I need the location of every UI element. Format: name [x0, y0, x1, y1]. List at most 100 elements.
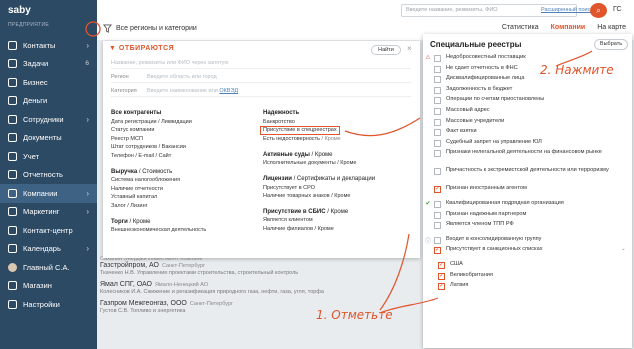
sidebar-item-13[interactable]: Магазин	[0, 277, 97, 296]
sidebar-item-9[interactable]: Маркетинг ›	[0, 203, 97, 222]
registry-item[interactable]: Признаки нелегальной деятельности на фин…	[423, 149, 632, 167]
filter-option[interactable]: Уставный капитал	[111, 193, 256, 202]
filter-option[interactable]: Присутствует в СРО	[263, 184, 413, 193]
sidebar-item-8[interactable]: Компании ›	[0, 184, 97, 203]
filter-option[interactable]: Реестр МСП	[111, 135, 256, 144]
checkbox[interactable]: ✓	[438, 272, 445, 280]
registry-item[interactable]: ✓ Присутствует в санкционных списках ⌄	[423, 246, 632, 256]
checkbox[interactable]: ✓	[434, 247, 441, 255]
checkbox[interactable]	[434, 76, 441, 84]
sidebar-item-14[interactable]: Настройки	[0, 295, 97, 314]
filter-option[interactable]: Является клиентом	[263, 216, 413, 225]
sidebar-item-3[interactable]: Деньги	[0, 92, 97, 111]
filter-option[interactable]: Система налогообложения	[111, 176, 256, 185]
company-name: Газпром Межгеонгаз, ООО	[100, 300, 187, 307]
checkbox[interactable]	[434, 86, 441, 94]
checkbox[interactable]: ✓	[434, 186, 441, 194]
sidebar-item-7[interactable]: Отчетность	[0, 166, 97, 185]
sanction-country-item[interactable]: ✓ США	[423, 261, 632, 271]
checkbox[interactable]	[434, 222, 441, 230]
region-filter[interactable]: Все регионы и категории	[103, 24, 197, 33]
registry-panel: Специальные реестры Выбрать ⚠ Недобросове…	[423, 34, 632, 348]
filter-option[interactable]: Банкротство	[263, 118, 413, 127]
checkbox[interactable]	[434, 201, 441, 208]
annotation-step2: 2. Нажмите	[540, 63, 614, 77]
registry-item[interactable]: Операции по счетам приостановлены	[423, 96, 632, 106]
list-item[interactable]: Ямал СПГ, ОАО Ямало-Ненецкий АО Колесников…	[100, 281, 420, 295]
registry-item[interactable]: Признан надежным партнером	[423, 211, 632, 221]
filter-option[interactable]: Есть недостоверность / Кроме	[263, 135, 413, 144]
filter-option[interactable]: Дата регистрации / Ликвидации	[111, 118, 256, 127]
filter-option[interactable]: Присутствие в спецреестрах	[260, 126, 413, 136]
okved-link[interactable]: ОКВЭД	[219, 88, 238, 94]
sidebar-item-label: Бизнес	[23, 77, 48, 87]
registry-item[interactable]: ⓘ Входит в консолидированную группу	[423, 236, 632, 246]
sidebar-item-4[interactable]: Сотрудники ›	[0, 110, 97, 129]
filter-option[interactable]: Наличие отчетности	[111, 185, 256, 194]
sidebar-item-2[interactable]: Бизнес	[0, 73, 97, 92]
region-field[interactable]: Регион Введите область или город	[111, 74, 411, 83]
checkbox[interactable]	[434, 55, 441, 62]
checkbox[interactable]	[434, 97, 441, 105]
filter-option[interactable]: Штат сотрудников / Вакансии	[111, 143, 256, 152]
filter-option[interactable]: Телефон / E-mail / Сайт	[111, 152, 256, 161]
filter-panel: ▼ ОТБИРАЮТСЯ Найти × Название, реквизиты…	[103, 41, 420, 258]
org-label: ПРЕДПРИЯТИЕ	[8, 22, 50, 28]
filter-option[interactable]: Наличие филиалов / Кроме	[263, 225, 413, 234]
list-item[interactable]: Газстройпром, АО Санкт-Петербург Ткаченко …	[100, 262, 420, 276]
registry-item[interactable]: ✓ Признан иностранным агентом	[423, 185, 632, 195]
registry-item[interactable]: Судебный запрет на управление ЮЛ	[423, 139, 632, 149]
search-button[interactable]: ⌕	[590, 3, 607, 18]
contacts-icon	[8, 40, 17, 50]
registry-item[interactable]: Задолженность в бюджет	[423, 86, 632, 96]
region-filter-label: Все регионы и категории	[116, 25, 197, 32]
filter-option[interactable]: Наличие товарных знаков / Кроме	[263, 192, 413, 201]
filter-option[interactable]: Статус компании	[111, 126, 256, 135]
checkbox[interactable]	[434, 139, 441, 147]
sidebar-item-11[interactable]: Календарь ›	[0, 240, 97, 259]
checkbox[interactable]	[434, 150, 441, 158]
sidebar-item-label: Главный С.А.	[23, 262, 70, 272]
registry-item-label: Недобросовестный поставщик	[446, 54, 526, 60]
registry-item[interactable]: ✔ Квалифицированная подрядная организация	[423, 200, 632, 210]
checkbox[interactable]	[434, 108, 441, 115]
checkbox[interactable]	[434, 236, 441, 244]
chevron-right-icon: ›	[86, 244, 89, 254]
sanction-country-item[interactable]: ✓ Великобритания	[423, 272, 632, 282]
sidebar-item-10[interactable]: Контакт-центр	[0, 221, 97, 240]
checkbox[interactable]	[434, 168, 441, 176]
registry-item-label: Квалифицированная подрядная организация	[446, 200, 564, 206]
sidebar-item-1[interactable]: Задачи 6	[0, 55, 97, 74]
select-button[interactable]: Выбрать	[594, 39, 628, 50]
close-icon[interactable]: ×	[407, 44, 412, 53]
registry-item[interactable]: Массовый адрес	[423, 107, 632, 117]
checkbox[interactable]	[434, 118, 441, 126]
find-button[interactable]: Найти	[371, 45, 401, 55]
registry-item[interactable]: Массовые учредители	[423, 118, 632, 128]
filter-col-left: Все контрагенты Дата регистрации / Ликви…	[111, 105, 256, 235]
registry-item[interactable]: Является членом ТПП РФ	[423, 221, 632, 231]
filter-option[interactable]: Внешнеэкономическая деятельность	[111, 226, 256, 235]
category-field[interactable]: Категория Введите наименование или ОКВЭД	[111, 88, 411, 97]
filter-option[interactable]: Исполнительные документы / Кроме	[263, 159, 413, 168]
registry-item[interactable]: Факт взятки	[423, 128, 632, 138]
filter-search-field[interactable]: Название, реквизиты или ФИО через запяту…	[111, 60, 411, 69]
checkbox[interactable]	[434, 211, 441, 219]
checkbox[interactable]: ✓	[438, 262, 445, 269]
chevron-down-icon[interactable]: ⌄	[621, 246, 626, 252]
app-logo[interactable]: saby	[8, 5, 31, 16]
checkbox[interactable]: ✓	[438, 283, 445, 291]
info-icon: ⓘ	[424, 238, 431, 245]
checkbox[interactable]	[434, 129, 441, 137]
sidebar-item-5[interactable]: Документы	[0, 129, 97, 148]
extended-search-link[interactable]: Расширенный поиск	[541, 7, 593, 13]
registry-item[interactable]: Причастность к экстремистской деятельнос…	[423, 167, 632, 185]
sanction-country-item[interactable]: ✓ Латвия	[423, 282, 632, 292]
sidebar-item-0[interactable]: Контакты ›	[0, 36, 97, 55]
sidebar-item-12[interactable]: Главный С.А.	[0, 258, 97, 277]
sidebar-item-6[interactable]: Учет	[0, 147, 97, 166]
user-initials[interactable]: ГС	[613, 6, 622, 13]
checkbox[interactable]	[434, 65, 441, 73]
filter-option[interactable]: Залог / Лизинг	[111, 202, 256, 211]
money-icon	[8, 96, 17, 106]
